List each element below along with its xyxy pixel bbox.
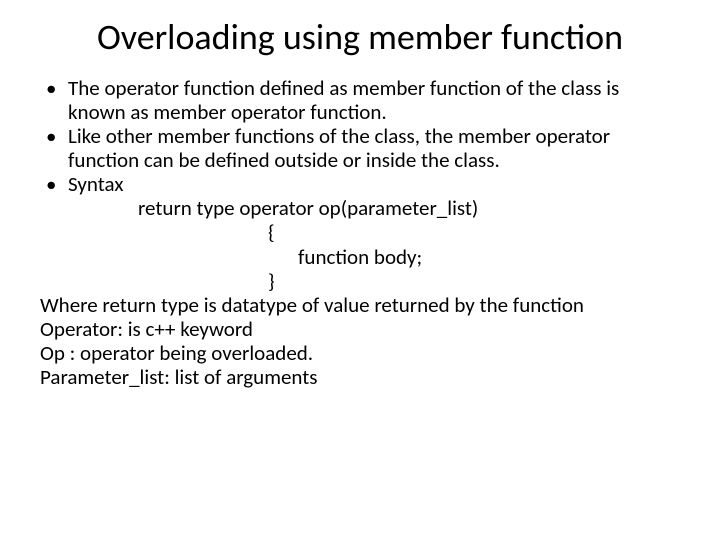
syntax-line: } (68, 269, 680, 293)
slide: Overloading using member function The op… (0, 0, 720, 540)
trail-line: Where return type is datatype of value r… (40, 293, 680, 317)
trail-line: Parameter_list: list of arguments (40, 365, 680, 389)
trail-line: Op : operator being overloaded. (40, 341, 680, 365)
syntax-line: { (68, 220, 680, 244)
slide-body: The operator function defined as member … (40, 76, 680, 390)
bullet-item: Syntax (40, 172, 680, 196)
bullet-item: Like other member functions of the class… (40, 124, 680, 172)
trail-line: Operator: is c++ keyword (40, 317, 680, 341)
syntax-block: return type operator op(parameter_list) … (40, 196, 680, 293)
slide-title: Overloading using member function (40, 18, 680, 58)
bullet-list: The operator function defined as member … (40, 76, 680, 197)
trail-block: Where return type is datatype of value r… (40, 293, 680, 390)
bullet-item: The operator function defined as member … (40, 76, 680, 124)
syntax-line: return type operator op(parameter_list) (68, 196, 680, 220)
syntax-line: function body; (68, 245, 680, 269)
